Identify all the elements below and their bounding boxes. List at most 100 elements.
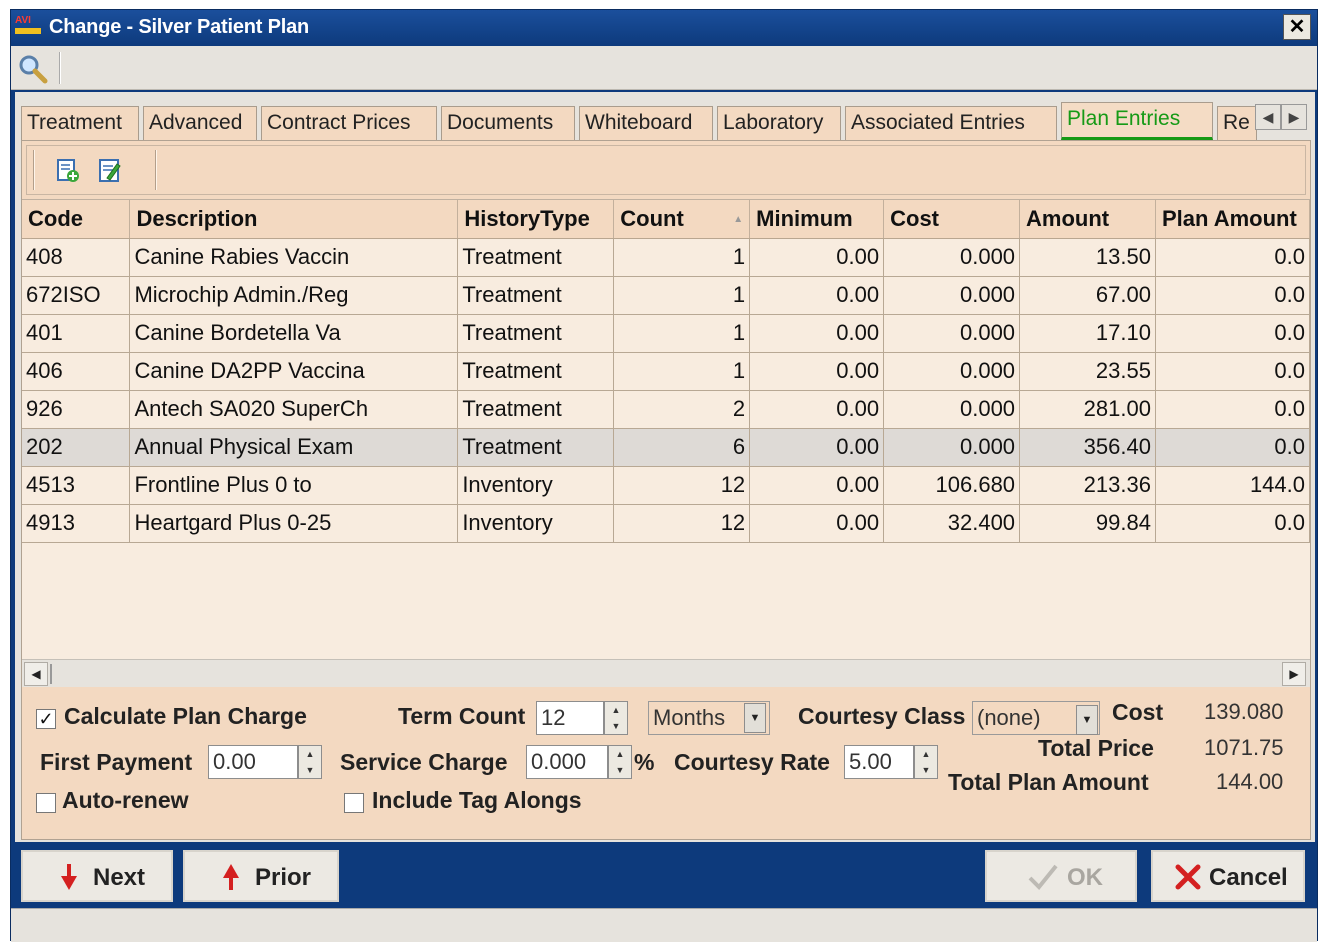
auto-renew-checkbox[interactable] (36, 793, 56, 813)
total-price-value: 1071.75 (1204, 735, 1284, 760)
content-area: Treatment Advanced Contract Prices Docum… (15, 92, 1315, 842)
table-cell: 0.000 (883, 390, 1021, 429)
table-cell: 672ISO (22, 276, 131, 315)
service-charge-spinner[interactable]: ▲ ▼ (608, 745, 632, 779)
cancel-button[interactable]: Cancel (1151, 850, 1305, 902)
table-cell: 0.00 (749, 504, 885, 543)
first-payment-spinner[interactable]: ▲ ▼ (298, 745, 322, 779)
total-plan-amount-label: Total Plan Amount (948, 769, 1149, 795)
table-row[interactable]: 926 Antech SA020 SuperCh Treatment 2 0.00 0.0… (22, 390, 1310, 429)
table-cell: Treatment (457, 428, 615, 467)
cost-label: Cost (1112, 699, 1164, 725)
courtesy-rate-label: Courtesy Rate (674, 749, 830, 775)
table-cell: 0.0 (1155, 238, 1310, 277)
table-row[interactable]: 672ISO Microchip Admin./Reg Treatment 1 0.00… (22, 276, 1310, 315)
window-title: Change - Silver Patient Plan (49, 16, 310, 38)
horizontal-scrollbar[interactable]: ◀ ▶ (22, 659, 1310, 687)
scroll-left-icon[interactable]: ◀ (24, 662, 48, 686)
col-historytype[interactable]: HistoryType (457, 200, 615, 239)
table-cell: Microchip Admin./Reg (129, 276, 459, 315)
table-cell: 12 (613, 466, 751, 505)
tab-documents[interactable]: Documents (441, 106, 575, 140)
table-cell: 406 (22, 352, 131, 391)
table-cell: 1 (613, 276, 751, 315)
table-cell: 2 (613, 390, 751, 429)
scroll-right-icon[interactable]: ▶ (1282, 662, 1306, 686)
col-code[interactable]: Code (22, 200, 131, 239)
tab-whiteboard[interactable]: Whiteboard (579, 106, 713, 140)
table-cell: Canine DA2PP Vaccina (129, 352, 459, 391)
edit-entry-icon[interactable] (97, 158, 123, 184)
table-row[interactable]: 406 Canine DA2PP Vaccina Treatment 1 0.00 0.0… (22, 352, 1310, 391)
table-row[interactable]: 401 Canine Bordetella Va Treatment 1 0.00 0.0… (22, 314, 1310, 353)
arrow-down-icon (61, 864, 77, 890)
courtesy-rate-input[interactable]: 5.00 (844, 745, 914, 779)
tab-scroll-right-icon[interactable]: ▶ (1281, 104, 1307, 130)
scroll-thumb[interactable] (50, 664, 52, 684)
checkmark-icon (1028, 864, 1058, 890)
table-cell: 0.00 (749, 352, 885, 391)
service-charge-input[interactable]: 0.000 (526, 745, 608, 779)
add-entry-icon[interactable] (55, 158, 81, 184)
tab-re[interactable]: Re (1217, 106, 1257, 140)
table-cell: 0.00 (749, 238, 885, 277)
col-amount[interactable]: Amount (1019, 200, 1156, 239)
chevron-down-icon[interactable]: ▼ (1076, 705, 1098, 735)
tab-strip: Treatment Advanced Contract Prices Docum… (21, 100, 1311, 140)
tab-scroll-left-icon[interactable]: ◀ (1255, 104, 1281, 130)
tab-contract-prices[interactable]: Contract Prices (261, 106, 437, 140)
table-cell: 1 (613, 238, 751, 277)
tab-advanced[interactable]: Advanced (143, 106, 257, 140)
table-row[interactable]: 202 Annual Physical Exam Treatment 6 0.00 0.0… (22, 428, 1310, 467)
term-count-label: Term Count (398, 703, 526, 729)
close-button[interactable]: ✕ (1283, 14, 1311, 40)
table-cell: 0.000 (883, 428, 1021, 467)
tab-associated-entries[interactable]: Associated Entries (845, 106, 1057, 140)
table-cell: Treatment (457, 314, 615, 353)
tab-treatment[interactable]: Treatment (21, 106, 139, 140)
tab-laboratory[interactable]: Laboratory (717, 106, 841, 140)
tab-plan-entries[interactable]: Plan Entries (1061, 102, 1213, 140)
table-cell: 408 (22, 238, 131, 277)
dialog-window: AVI Change - Silver Patient Plan ✕ Treat… (10, 9, 1318, 942)
table-cell: Canine Rabies Vaccin (129, 238, 459, 277)
plan-entries-grid: Code Description HistoryType ▲ Count Mini… (22, 199, 1310, 659)
courtesy-rate-spinner[interactable]: ▲ ▼ (914, 745, 938, 779)
include-tag-alongs-checkbox[interactable] (344, 793, 364, 813)
term-count-input[interactable]: 12 (536, 701, 604, 735)
col-plan-amount[interactable]: Plan Amount (1155, 200, 1310, 239)
col-count[interactable]: ▲ Count (613, 200, 751, 239)
table-cell: 0.00 (749, 466, 885, 505)
col-description[interactable]: Description (129, 200, 459, 239)
table-row[interactable]: 408 Canine Rabies Vaccin Treatment 1 0.00 0.0… (22, 238, 1310, 277)
table-cell: Inventory (457, 466, 615, 505)
first-payment-input[interactable]: 0.00 (208, 745, 298, 779)
table-cell: 32.400 (883, 504, 1021, 543)
search-icon[interactable] (17, 54, 49, 84)
col-minimum[interactable]: Minimum (749, 200, 885, 239)
table-cell: 281.00 (1019, 390, 1156, 429)
next-button[interactable]: Next (21, 850, 173, 902)
table-header: Code Description HistoryType ▲ Count Mini… (22, 200, 1310, 239)
table-cell: 0.0 (1155, 390, 1310, 429)
table-cell: Inventory (457, 504, 615, 543)
table-cell: 1 (613, 352, 751, 391)
table-cell: 6 (613, 428, 751, 467)
col-cost[interactable]: Cost (883, 200, 1021, 239)
table-row[interactable]: 4513 Frontline Plus 0 to Inventory 12 0.00 10… (22, 466, 1310, 505)
chevron-down-icon[interactable]: ▼ (744, 703, 766, 733)
table-row[interactable]: 4913 Heartgard Plus 0-25 Inventory 12 0.00 32… (22, 504, 1310, 543)
first-payment-label: First Payment (40, 749, 193, 775)
table-cell: Treatment (457, 390, 615, 429)
table-cell: 106.680 (883, 466, 1021, 505)
main-toolbar (11, 46, 1317, 90)
table-cell: 401 (22, 314, 131, 353)
term-count-spinner[interactable]: ▲ ▼ (604, 701, 628, 735)
table-cell: Treatment (457, 352, 615, 391)
table-cell: Annual Physical Exam (129, 428, 459, 467)
table-cell: 0.000 (883, 352, 1021, 391)
table-cell: 202 (22, 428, 131, 467)
calculate-plan-charge-checkbox[interactable]: ✓ (36, 709, 56, 729)
prior-button[interactable]: Prior (183, 850, 339, 902)
ok-button[interactable]: OK (985, 850, 1137, 902)
